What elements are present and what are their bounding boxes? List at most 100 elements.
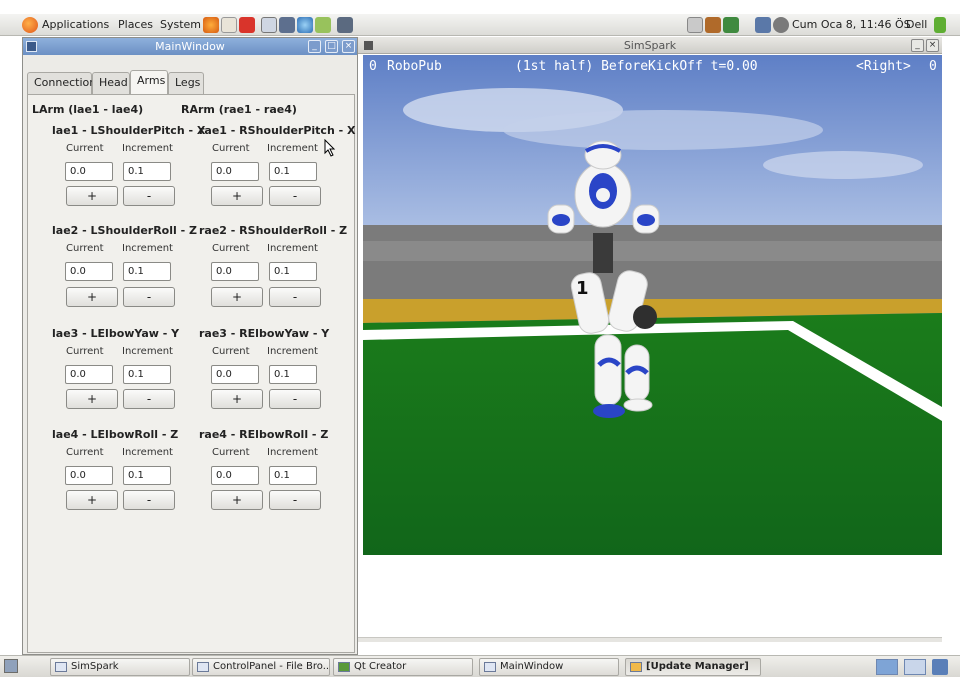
increment-field[interactable] — [269, 162, 317, 181]
tab-head[interactable]: Head — [92, 72, 130, 94]
plus-button[interactable]: + — [66, 186, 118, 206]
menu-applications[interactable]: Applications — [42, 18, 109, 31]
joint-title: rae2 - RShoulderRoll - Z — [199, 224, 348, 237]
tab-arms[interactable]: Arms — [130, 70, 168, 94]
terminal-icon[interactable] — [279, 17, 295, 33]
increment-field[interactable] — [269, 466, 317, 485]
current-label: Current — [66, 346, 104, 357]
workspace-1[interactable] — [876, 659, 898, 675]
task-controlpanel[interactable]: ControlPanel - File Bro... — [192, 658, 330, 676]
window-icon — [484, 662, 496, 672]
editor-icon[interactable] — [315, 17, 331, 33]
network-icon[interactable] — [755, 17, 771, 33]
current-label: Current — [66, 447, 104, 458]
increment-field[interactable] — [269, 365, 317, 384]
increment-field[interactable] — [123, 162, 171, 181]
hud-team-right: <Right> — [856, 59, 911, 74]
network-app-icon[interactable] — [297, 17, 313, 33]
firefox-icon[interactable] — [203, 17, 219, 33]
window-menu-icon[interactable] — [364, 41, 373, 50]
minus-button[interactable]: - — [269, 490, 321, 510]
menu-system[interactable]: System — [160, 18, 201, 31]
minus-button[interactable]: - — [269, 287, 321, 307]
tray-monitor-icon[interactable] — [723, 17, 739, 33]
minus-button[interactable]: - — [269, 389, 321, 409]
show-desktop-icon[interactable] — [4, 659, 18, 673]
current-field[interactable] — [65, 162, 113, 181]
task-update-manager[interactable]: [Update Manager] — [625, 658, 761, 676]
soccer-scene — [363, 55, 942, 555]
joint-title: rae1 - RShoulderPitch - X — [199, 124, 356, 137]
joint-title: lae4 - LElbowRoll - Z — [52, 428, 179, 441]
current-field[interactable] — [211, 262, 259, 281]
hud-score-right: 0 — [929, 59, 937, 74]
minus-button[interactable]: - — [123, 490, 175, 510]
user-name[interactable]: Dell — [906, 18, 927, 31]
window-icon — [55, 662, 67, 672]
task-simspark[interactable]: SimSpark — [50, 658, 190, 676]
plus-button[interactable]: + — [211, 186, 263, 206]
plus-button[interactable]: + — [211, 490, 263, 510]
cloud — [503, 110, 823, 150]
increment-field[interactable] — [269, 262, 317, 281]
trash-icon[interactable] — [932, 659, 948, 675]
tray-update-icon[interactable] — [705, 17, 721, 33]
joint-title: rae4 - RElbowRoll - Z — [199, 428, 329, 441]
volume-icon[interactable] — [773, 17, 789, 33]
minimize-icon[interactable]: _ — [308, 40, 321, 53]
plus-button[interactable]: + — [211, 287, 263, 307]
simspark-title: SimSpark — [623, 39, 677, 52]
current-field[interactable] — [65, 466, 113, 485]
tab-connection[interactable]: Connection — [27, 72, 96, 94]
increment-field[interactable] — [123, 365, 171, 384]
current-field[interactable] — [65, 262, 113, 281]
top-panel: Applications Places System Cum Oca 8, 11… — [0, 14, 960, 36]
simspark-window: SimSpark _ × 1 0 RoboPub (1st half) Befo… — [358, 37, 942, 642]
power-icon[interactable] — [934, 17, 946, 33]
simspark-titlebar[interactable]: SimSpark _ × — [358, 37, 942, 54]
files-icon[interactable] — [261, 17, 277, 33]
close-icon[interactable]: × — [926, 39, 939, 52]
current-field[interactable] — [211, 162, 259, 181]
joint-title: lae3 - LElbowYaw - Y — [52, 327, 180, 340]
current-field[interactable] — [211, 466, 259, 485]
menu-places[interactable]: Places — [118, 18, 153, 31]
minimize-icon[interactable]: _ — [911, 39, 924, 52]
current-label: Current — [66, 243, 104, 254]
increment-field[interactable] — [123, 262, 171, 281]
maximize-icon[interactable]: □ — [325, 40, 338, 53]
minus-button[interactable]: - — [123, 186, 175, 206]
pin-icon[interactable] — [337, 17, 353, 33]
task-qtcreator[interactable]: Qt Creator — [333, 658, 473, 676]
mail-icon[interactable] — [221, 17, 237, 33]
increment-label: Increment — [267, 243, 318, 254]
increment-label: Increment — [122, 243, 173, 254]
main-window-titlebar[interactable]: MainWindow _ □ × — [23, 38, 357, 55]
hud-score-left: 0 — [369, 59, 377, 74]
minus-button[interactable]: - — [123, 389, 175, 409]
tab-legs[interactable]: Legs — [168, 72, 204, 94]
simulation-viewport[interactable]: 1 0 RoboPub (1st half) BeforeKickOff t=0… — [363, 55, 942, 555]
increment-field[interactable] — [123, 466, 171, 485]
tray-disk-icon[interactable] — [687, 17, 703, 33]
window-menu-icon[interactable] — [26, 41, 37, 52]
task-mainwindow[interactable]: MainWindow — [479, 658, 619, 676]
increment-label: Increment — [267, 143, 318, 154]
minus-button[interactable]: - — [269, 186, 321, 206]
clock[interactable]: Cum Oca 8, 11:46 ÖS — [792, 18, 911, 31]
current-field[interactable] — [65, 365, 113, 384]
help-icon[interactable] — [239, 17, 255, 33]
plus-button[interactable]: + — [211, 389, 263, 409]
current-field[interactable] — [211, 365, 259, 384]
simspark-status-strip — [358, 637, 942, 642]
plus-button[interactable]: + — [66, 389, 118, 409]
plus-button[interactable]: + — [66, 287, 118, 307]
workspace-2[interactable] — [904, 659, 926, 675]
current-label: Current — [66, 143, 104, 154]
task-label: [Update Manager] — [646, 661, 749, 672]
hud-team-left: RoboPub — [387, 59, 442, 74]
stadium-wall — [363, 225, 942, 299]
plus-button[interactable]: + — [66, 490, 118, 510]
minus-button[interactable]: - — [123, 287, 175, 307]
close-icon[interactable]: × — [342, 40, 355, 53]
